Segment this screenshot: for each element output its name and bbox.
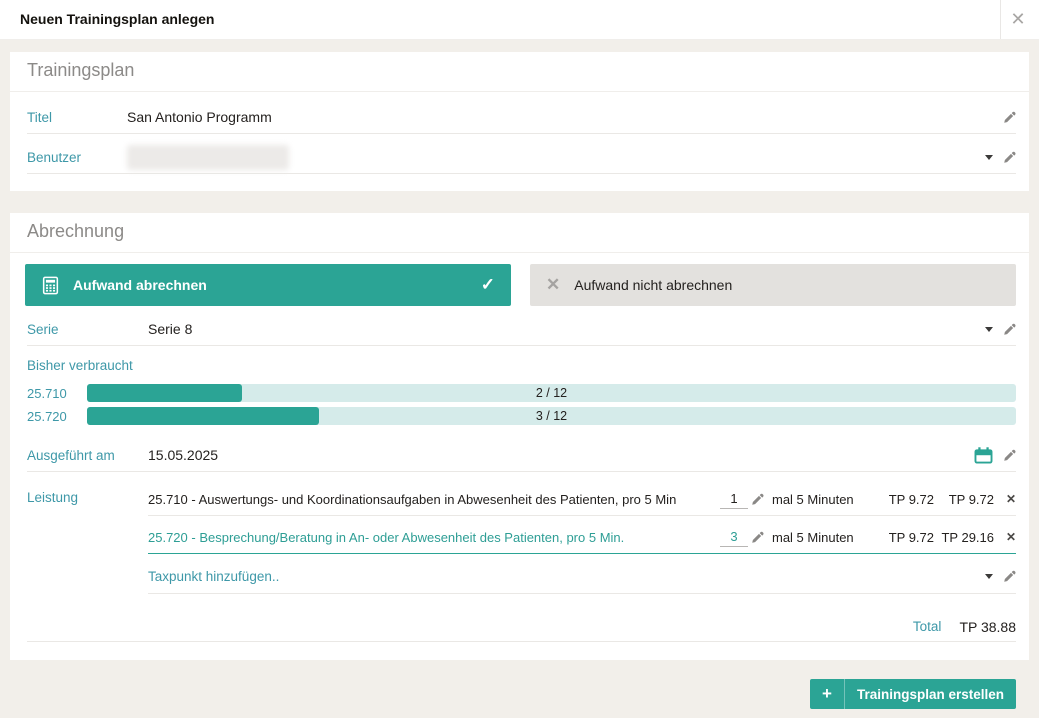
aufwand-nicht-abrechnen-label: Aufwand nicht abrechnen <box>574 277 732 293</box>
leistung-qty-input[interactable]: 1 <box>720 489 748 509</box>
leistung-tp-rate: TP 9.72 <box>872 492 934 507</box>
serie-label: Serie <box>27 322 148 337</box>
titel-label: Titel <box>27 110 127 125</box>
leistung-label: Leistung <box>27 490 78 505</box>
abrechnung-section-title: Abrechnung <box>27 221 124 242</box>
unselected-cross-icon: ✕ <box>546 275 560 295</box>
abrechnung-section: Abrechnung Aufwand abrechnen ✓ ✕ Aufwand… <box>10 213 1029 660</box>
ausgefuehrt-am-input[interactable]: 15.05.2025 <box>148 447 218 463</box>
edit-qty-icon[interactable] <box>748 493 766 506</box>
titel-field-row: Titel San Antonio Programm <box>27 101 1016 134</box>
usage-progressbar-value: 2 / 12 <box>87 384 1016 402</box>
leistung-row-25710: 25.710 - Auswertungs- und Koordinationsa… <box>148 483 1016 516</box>
dialog-title: Neuen Trainingsplan anlegen <box>20 0 214 39</box>
benutzer-field-row: Benutzer <box>27 141 1016 174</box>
aufwand-abrechnen-button[interactable]: Aufwand abrechnen ✓ <box>25 264 511 306</box>
usage-bar-code: 25.720 <box>27 409 87 424</box>
edit-benutzer-icon[interactable] <box>1003 151 1016 164</box>
dialog-header: Neuen Trainingsplan anlegen ✕ <box>0 0 1039 40</box>
edit-taxpunkt-icon[interactable] <box>1003 570 1016 583</box>
edit-qty-icon[interactable] <box>748 531 766 544</box>
total-label: Total <box>913 619 942 634</box>
taxpunkt-dropdown-icon[interactable] <box>985 574 993 579</box>
edit-serie-icon[interactable] <box>1003 323 1016 336</box>
leistung-description: 25.710 - Auswertungs- und Koordinationsa… <box>148 492 720 507</box>
benutzer-value-redacted[interactable] <box>127 145 289 170</box>
leistung-description: 25.720 - Besprechung/Beratung in An- ode… <box>148 530 720 545</box>
leistung-tp-total: TP 29.16 <box>934 530 994 545</box>
edit-ausgefuehrt-am-icon[interactable] <box>1003 449 1016 462</box>
leistung-unit: mal 5 Minuten <box>772 530 872 545</box>
bisher-verbraucht-heading: Bisher verbraucht <box>27 358 133 373</box>
selected-check-icon: ✓ <box>481 275 495 295</box>
ausgefuehrt-am-label: Ausgeführt am <box>27 448 148 463</box>
taxpunkt-hinzufuegen-placeholder: Taxpunkt hinzufügen.. <box>148 569 279 584</box>
close-button[interactable]: ✕ <box>1004 5 1032 33</box>
header-divider <box>1000 0 1001 39</box>
remove-leistung-icon[interactable]: ✕ <box>994 530 1016 544</box>
total-row: Total TP 38.88 <box>27 612 1016 642</box>
serie-dropdown-icon[interactable] <box>985 327 993 332</box>
trainingsplan-erstellen-label: Trainingsplan erstellen <box>845 687 1016 702</box>
plus-icon: + <box>810 679 845 709</box>
taxpunkt-hinzufuegen-row[interactable]: Taxpunkt hinzufügen.. <box>148 560 1016 594</box>
usage-progressbar: 2 / 12 <box>87 384 1016 402</box>
serie-field-row: Serie Serie 8 <box>27 313 1016 346</box>
edit-titel-icon[interactable] <box>1003 111 1016 124</box>
aufwand-nicht-abrechnen-button[interactable]: ✕ Aufwand nicht abrechnen <box>530 264 1016 306</box>
leistung-row-25720: 25.720 - Besprechung/Beratung in An- ode… <box>148 521 1016 554</box>
trainingsplan-erstellen-button[interactable]: + Trainingsplan erstellen <box>810 679 1016 709</box>
usage-bar-row-25720: 25.720 3 / 12 <box>27 407 1016 425</box>
serie-select[interactable]: Serie 8 <box>148 321 192 337</box>
leistung-tp-rate: TP 9.72 <box>872 530 934 545</box>
aufwand-abrechnen-label: Aufwand abrechnen <box>73 277 207 293</box>
usage-bar-row-25710: 25.710 2 / 12 <box>27 384 1016 402</box>
trainingsplan-section: Trainingsplan Titel San Antonio Programm… <box>10 52 1029 191</box>
trainingsplan-section-title: Trainingsplan <box>27 60 134 81</box>
close-icon: ✕ <box>1010 9 1025 29</box>
remove-leistung-icon[interactable]: ✕ <box>994 492 1016 506</box>
titel-input[interactable]: San Antonio Programm <box>127 109 272 125</box>
leistung-qty-input[interactable]: 3 <box>720 527 748 547</box>
leistung-unit: mal 5 Minuten <box>772 492 872 507</box>
usage-bar-code: 25.710 <box>27 386 87 401</box>
calculator-icon <box>41 276 60 295</box>
calendar-icon[interactable] <box>974 447 993 464</box>
usage-progressbar: 3 / 12 <box>87 407 1016 425</box>
benutzer-dropdown-icon[interactable] <box>985 155 993 160</box>
usage-progressbar-value: 3 / 12 <box>87 407 1016 425</box>
leistung-tp-total: TP 9.72 <box>934 492 994 507</box>
total-value: TP 38.88 <box>959 619 1016 635</box>
benutzer-label: Benutzer <box>27 150 127 165</box>
ausgefuehrt-am-field-row: Ausgeführt am 15.05.2025 <box>27 439 1016 472</box>
